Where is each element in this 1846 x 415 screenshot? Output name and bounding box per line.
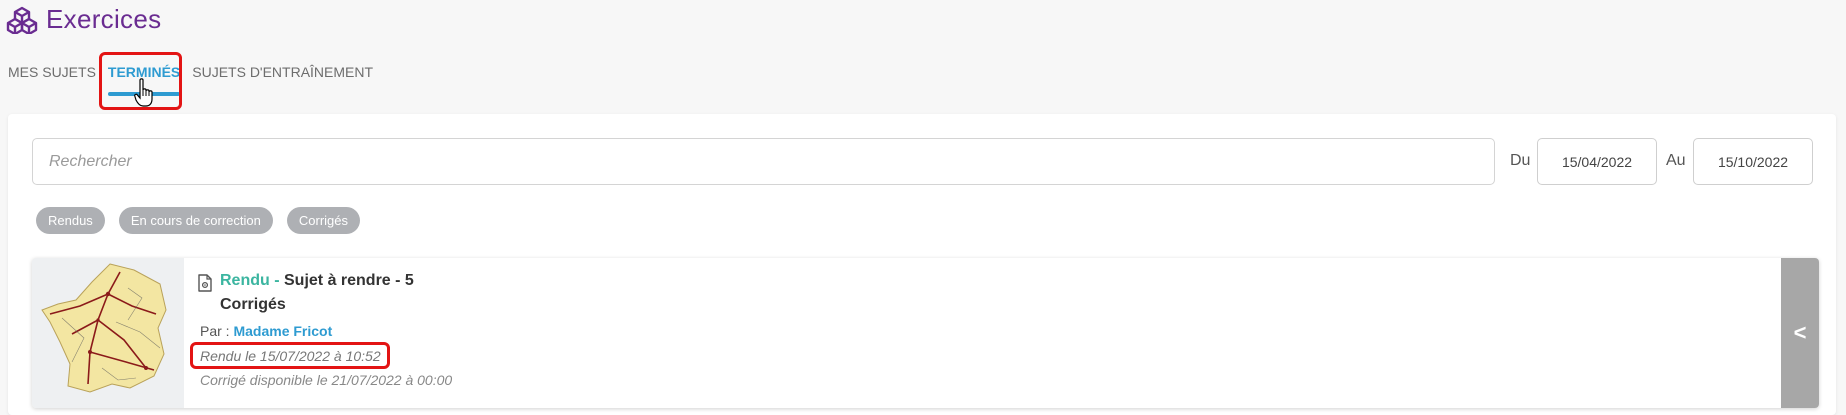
- filter-chip-en-cours-de-correction[interactable]: En cours de correction: [118, 207, 273, 234]
- date-from-label: Du: [1510, 152, 1531, 169]
- hand-pointer-icon: [134, 78, 153, 107]
- correction-available-date: Corrigé disponible le 21/07/2022 à 00:00: [200, 372, 453, 388]
- author-prefix: Par :: [200, 323, 230, 339]
- page-header: Exercices: [6, 4, 161, 35]
- subject-category: Corrigés: [220, 296, 286, 313]
- submission-status: Rendu -: [220, 272, 280, 289]
- search-field[interactable]: [32, 138, 1495, 185]
- filter-chip-corriges[interactable]: Corrigés: [286, 207, 361, 234]
- cubes-icon: [6, 6, 38, 34]
- subject-thumbnail: [32, 258, 184, 408]
- submitted-date: Rendu le 15/07/2022 à 10:52: [200, 348, 381, 364]
- filter-chip-rendus[interactable]: Rendus: [36, 207, 105, 234]
- exercise-panel: Du 15/04/2022 Au 15/10/2022 Rendus En co…: [8, 114, 1836, 415]
- france-map-image: [32, 258, 184, 408]
- search-input[interactable]: [33, 139, 1494, 184]
- card-title-line: Rendu - Sujet à rendre - 5: [220, 272, 414, 290]
- tab-bar: MES SUJETS TERMINÉS SUJETS D'ENTRAÎNEMEN…: [8, 64, 379, 96]
- tab-mes-sujets[interactable]: MES SUJETS: [8, 64, 102, 90]
- author-name[interactable]: Madame Fricot: [233, 323, 332, 339]
- date-to-label: Au: [1666, 152, 1686, 169]
- page-title: Exercices: [46, 4, 162, 34]
- date-from-input[interactable]: 15/04/2022: [1537, 138, 1657, 185]
- status-filters: Rendus En cours de correction Corrigés: [36, 207, 361, 234]
- tab-sujets-entrainement[interactable]: SUJETS D'ENTRAÎNEMENT: [186, 64, 379, 90]
- document-settings-icon: [198, 274, 212, 292]
- expand-card-button[interactable]: <: [1781, 258, 1819, 408]
- exercise-card[interactable]: Rendu - Sujet à rendre - 5 Corrigés Par …: [32, 258, 1819, 408]
- date-to-input[interactable]: 15/10/2022: [1693, 138, 1813, 185]
- author-line: Par : Madame Fricot: [200, 323, 332, 339]
- subject-title[interactable]: Sujet à rendre - 5: [284, 272, 414, 289]
